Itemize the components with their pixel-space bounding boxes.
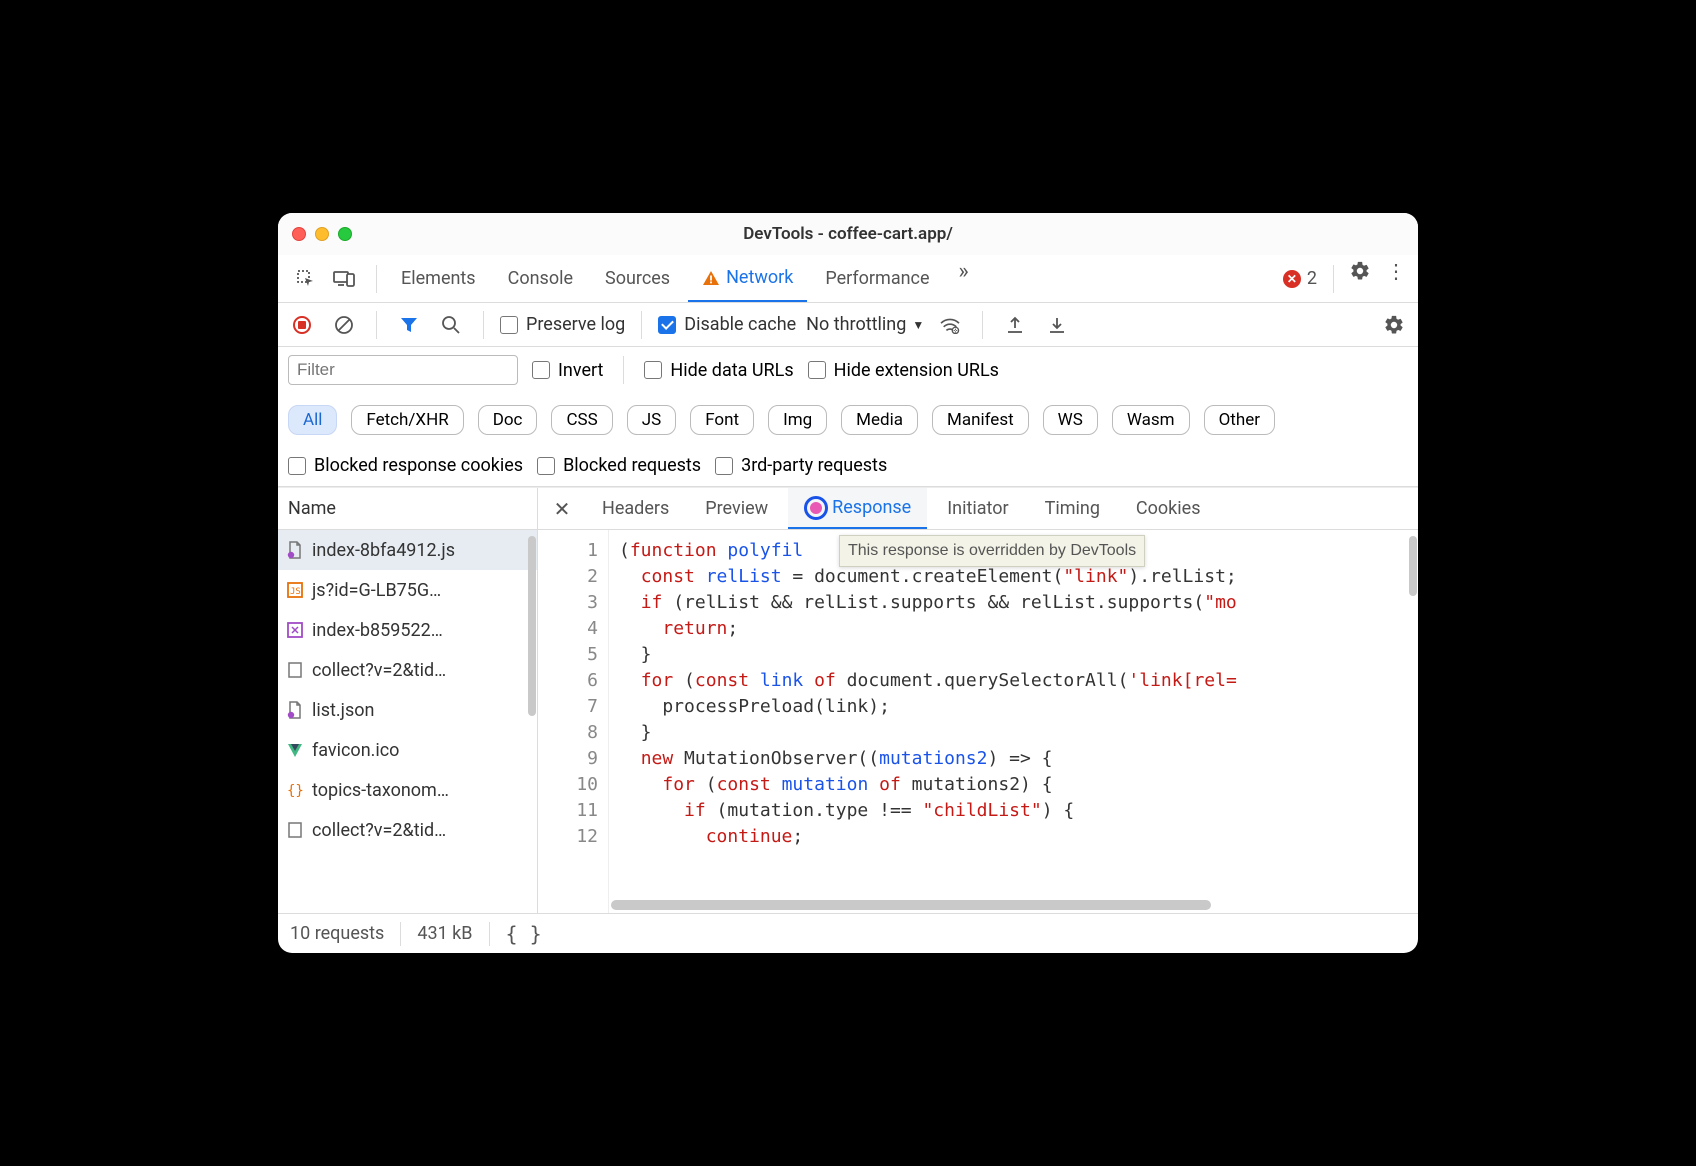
- detail-tab-response[interactable]: Response: [788, 488, 927, 529]
- css-file-icon: [286, 621, 304, 639]
- close-window-button[interactable]: [292, 227, 306, 241]
- pretty-print-icon[interactable]: { }: [506, 922, 542, 946]
- type-filter-css[interactable]: CSS: [551, 405, 612, 435]
- detail-tab-cookies[interactable]: Cookies: [1120, 488, 1217, 529]
- type-filter-all[interactable]: All: [288, 405, 337, 435]
- blocked-cookies-checkbox[interactable]: Blocked response cookies: [288, 455, 523, 476]
- tab-elements[interactable]: Elements: [387, 255, 490, 302]
- horizontal-scrollbar[interactable]: [611, 900, 1211, 910]
- window-controls: [292, 227, 352, 241]
- type-filter-media[interactable]: Media: [841, 405, 918, 435]
- type-filter-js[interactable]: JS: [627, 405, 676, 435]
- json-file-icon: [286, 701, 304, 719]
- request-row[interactable]: {} topics-taxonom…: [278, 770, 537, 810]
- blocked-requests-checkbox[interactable]: Blocked requests: [537, 455, 701, 476]
- type-filter-manifest[interactable]: Manifest: [932, 405, 1029, 435]
- filter-input[interactable]: [288, 355, 518, 385]
- doc-file-icon: [286, 821, 304, 839]
- more-tabs-button[interactable]: »: [948, 255, 980, 287]
- hide-ext-urls-checkbox[interactable]: Hide extension URLs: [808, 360, 999, 381]
- type-filter-fetch-xhr[interactable]: Fetch/XHR: [351, 405, 463, 435]
- request-row[interactable]: JS js?id=G-LB75G…: [278, 570, 537, 610]
- upload-har-icon[interactable]: [999, 309, 1031, 341]
- response-code-area: 123456789101112 (function polyfil const …: [538, 530, 1418, 913]
- warning-icon: [702, 269, 720, 287]
- invert-checkbox[interactable]: Invert: [532, 360, 603, 381]
- filter-bar: Invert Hide data URLs Hide extension URL…: [278, 347, 1418, 487]
- request-row[interactable]: favicon.ico: [278, 730, 537, 770]
- window-title: DevTools - coffee-cart.app/: [278, 224, 1418, 244]
- titlebar: DevTools - coffee-cart.app/: [278, 213, 1418, 255]
- request-row[interactable]: collect?v=2&tid…: [278, 810, 537, 850]
- search-icon[interactable]: [435, 309, 467, 341]
- line-gutter: 123456789101112: [538, 530, 608, 913]
- request-row[interactable]: collect?v=2&tid…: [278, 650, 537, 690]
- response-code[interactable]: (function polyfil const relList = docume…: [608, 530, 1418, 913]
- request-row[interactable]: list.json: [278, 690, 537, 730]
- type-filter-other[interactable]: Other: [1204, 405, 1275, 435]
- network-conditions-icon[interactable]: [934, 309, 966, 341]
- svg-text:JS: JS: [290, 587, 301, 597]
- json-braces-icon: {}: [286, 781, 304, 799]
- settings-icon[interactable]: [1344, 255, 1376, 287]
- status-transferred: 431 kB: [417, 923, 472, 944]
- maximize-window-button[interactable]: [338, 227, 352, 241]
- request-row[interactable]: index-8bfa4912.js: [278, 530, 537, 570]
- type-filter-doc[interactable]: Doc: [478, 405, 538, 435]
- vue-icon: [286, 741, 304, 759]
- inspect-element-icon[interactable]: [290, 263, 322, 295]
- tab-network[interactable]: Network: [688, 255, 807, 302]
- override-marker-icon: [804, 496, 828, 520]
- detail-tab-headers[interactable]: Headers: [586, 488, 685, 529]
- device-toolbar-icon[interactable]: [328, 263, 360, 295]
- third-party-checkbox[interactable]: 3rd-party requests: [715, 455, 887, 476]
- tab-sources[interactable]: Sources: [591, 255, 684, 302]
- doc-file-icon: [286, 661, 304, 679]
- filter-toggle-icon[interactable]: [393, 309, 425, 341]
- type-filter-ws[interactable]: WS: [1043, 405, 1098, 435]
- network-toolbar: Preserve log Disable cache No throttling…: [278, 303, 1418, 347]
- request-detail: ✕ Headers Preview Response Initiator Tim…: [538, 488, 1418, 913]
- error-count[interactable]: ✕ 2: [1277, 255, 1323, 302]
- js-override-icon: [286, 541, 304, 559]
- type-filter-img[interactable]: Img: [768, 405, 827, 435]
- error-icon: ✕: [1283, 270, 1301, 288]
- minimize-window-button[interactable]: [315, 227, 329, 241]
- main-tab-strip: Elements Console Sources Network Perform…: [278, 255, 1418, 303]
- record-button[interactable]: [286, 309, 318, 341]
- js-file-icon: JS: [286, 581, 304, 599]
- tab-console[interactable]: Console: [494, 255, 587, 302]
- kebab-menu-icon[interactable]: ⋮: [1380, 255, 1412, 287]
- svg-text:{}: {}: [287, 783, 304, 799]
- detail-tab-preview[interactable]: Preview: [689, 488, 784, 529]
- detail-tab-timing[interactable]: Timing: [1029, 488, 1116, 529]
- preserve-log-checkbox[interactable]: Preserve log: [500, 314, 625, 335]
- type-filter-wasm[interactable]: Wasm: [1112, 405, 1190, 435]
- close-detail-button[interactable]: ✕: [542, 488, 582, 529]
- tab-performance[interactable]: Performance: [811, 255, 943, 302]
- scrollbar-thumb[interactable]: [528, 536, 536, 716]
- status-request-count: 10 requests: [290, 923, 384, 944]
- detail-tab-strip: ✕ Headers Preview Response Initiator Tim…: [538, 488, 1418, 530]
- devtools-window: DevTools - coffee-cart.app/ Elements Con…: [278, 213, 1418, 953]
- type-filter-font[interactable]: Font: [690, 405, 754, 435]
- request-row[interactable]: index-b859522…: [278, 610, 537, 650]
- throttling-select[interactable]: No throttling▼: [806, 314, 924, 335]
- clear-button[interactable]: [328, 309, 360, 341]
- request-list-rows: index-8bfa4912.js JS js?id=G-LB75G… inde…: [278, 530, 537, 913]
- vertical-scrollbar[interactable]: [1409, 536, 1417, 596]
- disable-cache-checkbox[interactable]: Disable cache: [658, 314, 796, 335]
- download-har-icon[interactable]: [1041, 309, 1073, 341]
- content-area: Name index-8bfa4912.js JS js?id=G-LB75G……: [278, 487, 1418, 913]
- network-settings-icon[interactable]: [1378, 309, 1410, 341]
- request-list: Name index-8bfa4912.js JS js?id=G-LB75G……: [278, 488, 538, 913]
- hide-data-urls-checkbox[interactable]: Hide data URLs: [644, 360, 793, 381]
- detail-tab-initiator[interactable]: Initiator: [931, 488, 1024, 529]
- status-bar: 10 requests 431 kB { }: [278, 913, 1418, 953]
- override-tooltip: This response is overridden by DevTools: [839, 535, 1145, 567]
- request-list-header: Name: [278, 488, 537, 530]
